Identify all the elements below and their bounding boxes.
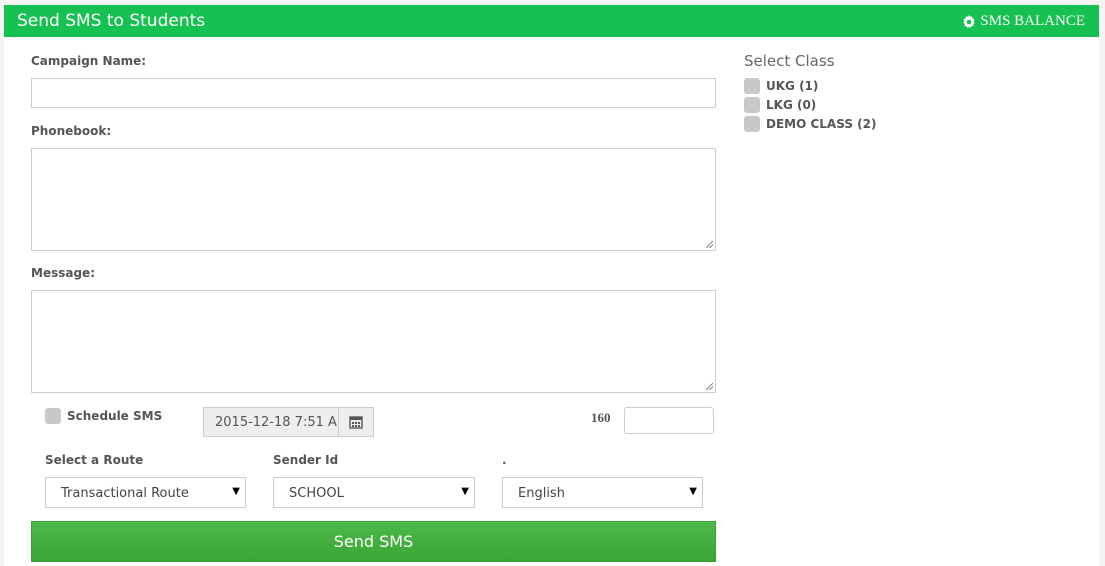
page-header: Send SMS to Students SMS BALANCE [4, 5, 1099, 37]
language-select[interactable]: English ▼ [502, 477, 703, 508]
sender-id-select[interactable]: SCHOOL ▼ [273, 477, 475, 508]
schedule-sms-checkbox[interactable] [45, 408, 61, 424]
class-checkbox-demo-class[interactable] [744, 116, 760, 132]
sms-balance-button[interactable]: SMS BALANCE [962, 13, 1085, 30]
schedule-date-input[interactable]: 2015-12-18 7:51 AM [203, 407, 339, 437]
chevron-down-icon: ▼ [232, 486, 240, 497]
class-label-lkg: LKG (0) [766, 98, 817, 112]
route-label: Select a Route [45, 453, 144, 467]
language-label: . [502, 453, 507, 467]
sender-id-label: Sender Id [273, 453, 339, 467]
page-title: Send SMS to Students [17, 11, 206, 31]
phonebook-label: Phonebook: [31, 124, 112, 138]
message-label: Message: [31, 266, 95, 280]
schedule-date-value: 2015-12-18 7:51 AM [215, 415, 339, 430]
chevron-down-icon: ▼ [689, 486, 697, 497]
calendar-icon [349, 416, 363, 429]
sms-balance-label: SMS BALANCE [980, 13, 1085, 29]
character-count: 160 [591, 410, 611, 425]
language-value: English [518, 486, 565, 501]
sender-id-value: SCHOOL [289, 486, 344, 501]
schedule-sms-label: Schedule SMS [67, 409, 163, 423]
calendar-button[interactable] [338, 407, 374, 437]
character-count-input[interactable] [624, 407, 714, 434]
class-checkbox-ukg[interactable] [744, 78, 760, 94]
class-label-ukg: UKG (1) [766, 79, 819, 93]
gear-icon [963, 14, 976, 28]
message-textarea[interactable] [31, 290, 716, 393]
route-value: Transactional Route [61, 486, 189, 501]
select-class-title: Select Class [744, 52, 835, 70]
chevron-down-icon: ▼ [461, 486, 469, 497]
send-sms-button[interactable]: Send SMS [31, 521, 716, 562]
campaign-name-input[interactable] [31, 78, 716, 108]
class-label-demo-class: DEMO CLASS (2) [766, 117, 877, 131]
phonebook-textarea[interactable] [31, 148, 716, 251]
campaign-name-label: Campaign Name: [31, 54, 147, 68]
route-select[interactable]: Transactional Route ▼ [45, 477, 246, 508]
class-checkbox-lkg[interactable] [744, 97, 760, 113]
